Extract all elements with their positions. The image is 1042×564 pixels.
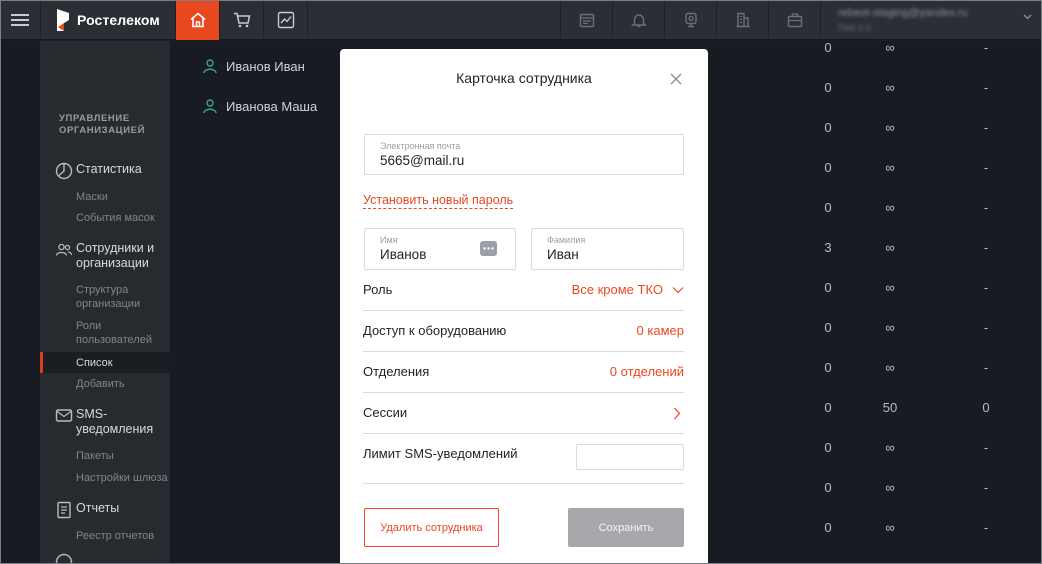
email-field-label: Электронная почта [380, 141, 461, 151]
sms-limit-input[interactable] [576, 444, 684, 470]
briefcase-icon [787, 13, 802, 28]
first-name-label: Имя [380, 235, 398, 245]
account-menu[interactable]: rebeot-staging@yandex.ru ПАК 2.0 [820, 0, 1042, 40]
calendar-button[interactable] [560, 0, 612, 40]
sms-limit-row: Лимит SMS-уведомлений [363, 434, 684, 484]
departments-row[interactable]: Отделения 0 отделений [363, 352, 684, 393]
role-value: Все кроме ТКО [572, 282, 684, 297]
bell-icon [630, 14, 647, 28]
chevron-down-icon [672, 286, 684, 293]
account-email: rebeot-staging@yandex.ru [838, 7, 968, 19]
home-icon [189, 12, 206, 28]
camera-button[interactable] [664, 0, 716, 40]
last-name-value: Иван [547, 247, 579, 262]
first-name-field[interactable]: Имя Иванов [364, 228, 516, 270]
email-field-value: 5665@mail.ru [380, 153, 465, 168]
save-button[interactable]: Сохранить [568, 508, 684, 547]
delete-employee-button[interactable]: Удалить сотрудника [364, 508, 499, 547]
brand-logo[interactable]: Ростелеком [40, 0, 176, 40]
chevron-down-icon [1023, 14, 1032, 20]
building-icon [736, 12, 749, 28]
role-label: Роль [363, 282, 393, 297]
nav-home-button[interactable] [176, 0, 220, 40]
sessions-label: Сессии [363, 405, 408, 420]
sms-limit-label: Лимит SMS-уведомлений [363, 446, 518, 461]
camera-icon [684, 12, 697, 28]
calendar-icon [579, 13, 594, 28]
sessions-row[interactable]: Сессии [363, 393, 684, 434]
equipment-access-value[interactable]: 0 камер [637, 323, 684, 338]
role-value-text: Все кроме ТКО [571, 282, 663, 297]
autofill-key-icon[interactable] [480, 241, 497, 256]
top-bar: Ростелеком rebeot-staging@yandex.ru ПАК … [0, 0, 1042, 40]
nav-cart-button[interactable] [220, 0, 264, 40]
notifications-button[interactable] [612, 0, 664, 40]
modal-title: Карточка сотрудника [456, 70, 592, 86]
departments-value[interactable]: 0 отделений [610, 364, 684, 379]
set-new-password-link[interactable]: Установить новый пароль [363, 193, 514, 209]
role-select[interactable]: Роль Все кроме ТКО [363, 270, 684, 311]
employee-card-modal: Карточка сотрудника Электронная почта 56… [340, 49, 708, 564]
account-subtitle: ПАК 2.0 [838, 23, 871, 33]
cart-icon [233, 12, 250, 28]
brand-name: Ростелеком [77, 12, 160, 28]
menu-icon[interactable] [0, 0, 40, 40]
equipment-access-row[interactable]: Доступ к оборудованию 0 камер [363, 311, 684, 352]
first-name-value: Иванов [380, 247, 427, 262]
close-icon[interactable] [669, 72, 683, 86]
chevron-right-icon [674, 407, 681, 420]
departments-label: Отделения [363, 364, 430, 379]
nav-chart-button[interactable] [264, 0, 308, 40]
email-field[interactable]: Электронная почта 5665@mail.ru [364, 134, 684, 175]
chart-icon [277, 11, 294, 29]
last-name-label: Фамилия [547, 235, 586, 245]
rostelecom-logo-icon [57, 9, 69, 31]
briefcase-button[interactable] [768, 0, 820, 40]
last-name-field[interactable]: Фамилия Иван [531, 228, 684, 270]
building-button[interactable] [716, 0, 768, 40]
equipment-access-label: Доступ к оборудованию [363, 323, 507, 338]
